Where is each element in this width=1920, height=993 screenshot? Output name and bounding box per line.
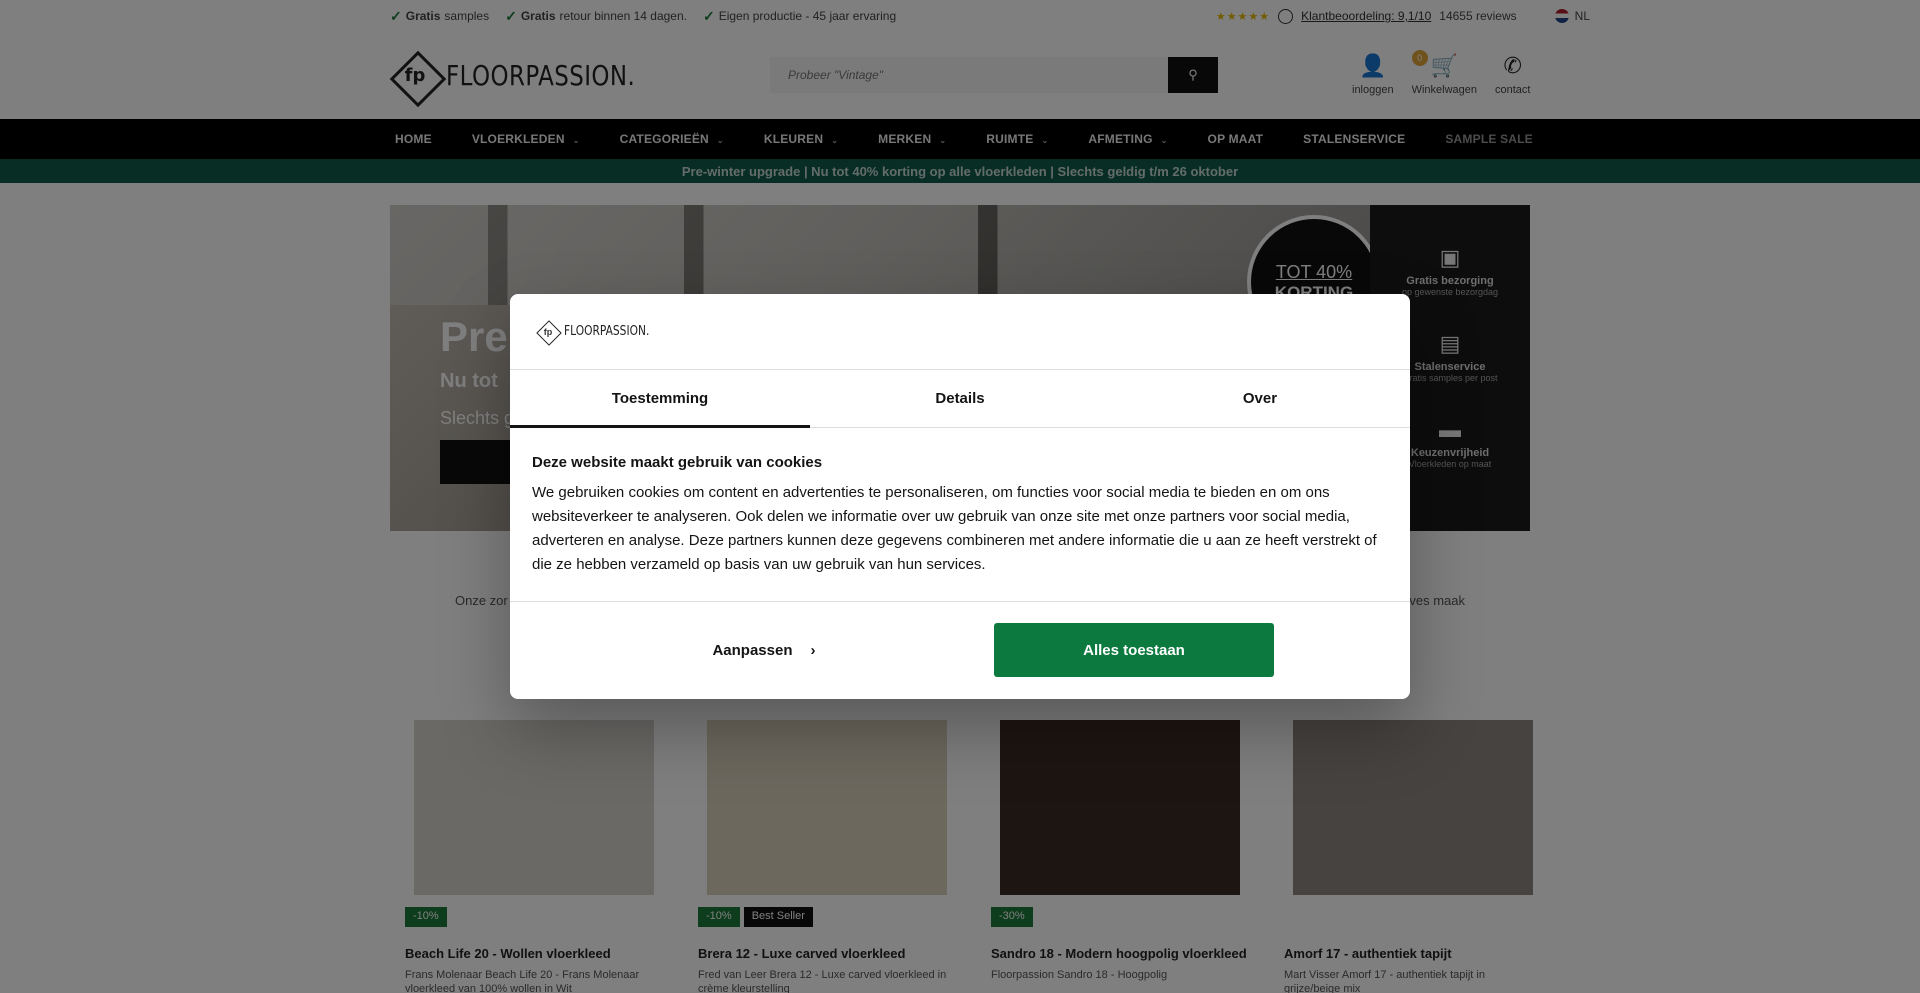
- cookie-consent-dialog: fp FLOORPASSION. Toestemming Details Ove…: [510, 294, 1410, 699]
- chevron-right-icon: ›: [810, 641, 816, 659]
- cookie-description: We gebruiken cookies om content en adver…: [532, 484, 1377, 573]
- tab-over[interactable]: Over: [1110, 370, 1410, 427]
- cookie-dialog-footer: Aanpassen › Alles toestaan: [510, 602, 1410, 698]
- cookie-dialog-body: Deze website maakt gebruik van cookies W…: [510, 428, 1410, 602]
- tab-toestemming[interactable]: Toestemming: [510, 370, 810, 428]
- tab-details[interactable]: Details: [810, 370, 1110, 427]
- cookie-dialog-logo: fp FLOORPASSION.: [510, 294, 1410, 370]
- cookie-tabs: Toestemming Details Over: [510, 370, 1410, 428]
- allow-all-button[interactable]: Alles toestaan: [994, 623, 1274, 677]
- logo-mark-icon: fp: [536, 320, 560, 344]
- customize-button[interactable]: Aanpassen ›: [534, 642, 994, 659]
- cookie-title: Deze website maakt gebruik van cookies: [532, 454, 823, 471]
